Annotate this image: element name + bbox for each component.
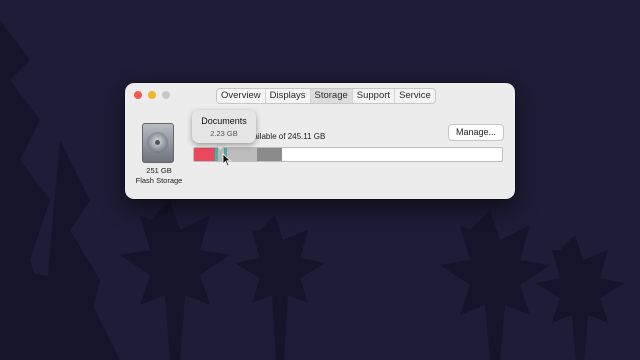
storage-tooltip: Documents 2.23 GB <box>192 110 256 143</box>
close-button[interactable] <box>134 91 142 99</box>
manage-button[interactable]: Manage... <box>448 124 504 141</box>
tab-service[interactable]: Service <box>395 89 435 103</box>
window-controls <box>134 91 170 99</box>
tab-displays[interactable]: Displays <box>266 89 311 103</box>
storage-segment-other[interactable] <box>257 148 283 161</box>
tab-storage[interactable]: Storage <box>310 89 353 103</box>
mouse-pointer-icon <box>222 153 232 167</box>
about-this-mac-window: Overview Displays Storage Support Servic… <box>125 83 515 199</box>
hard-drive-icon <box>142 123 174 163</box>
disk-capacity: 251 GB <box>146 166 172 175</box>
tooltip-title: Documents <box>201 116 247 126</box>
storage-status: available of 245.11 GB <box>245 132 326 141</box>
tooltip-size: 2.23 GB <box>210 129 238 138</box>
tab-overview[interactable]: Overview <box>217 89 266 103</box>
zoom-button[interactable] <box>162 91 170 99</box>
tab-bar: Overview Displays Storage Support Servic… <box>216 88 436 104</box>
disk-label: 251 GB Flash Storage <box>131 166 187 186</box>
storage-segment-apps[interactable] <box>194 148 216 161</box>
minimize-button[interactable] <box>148 91 156 99</box>
disk-type: Flash Storage <box>135 176 183 185</box>
storage-bar[interactable] <box>193 147 503 162</box>
tab-support[interactable]: Support <box>353 89 396 103</box>
